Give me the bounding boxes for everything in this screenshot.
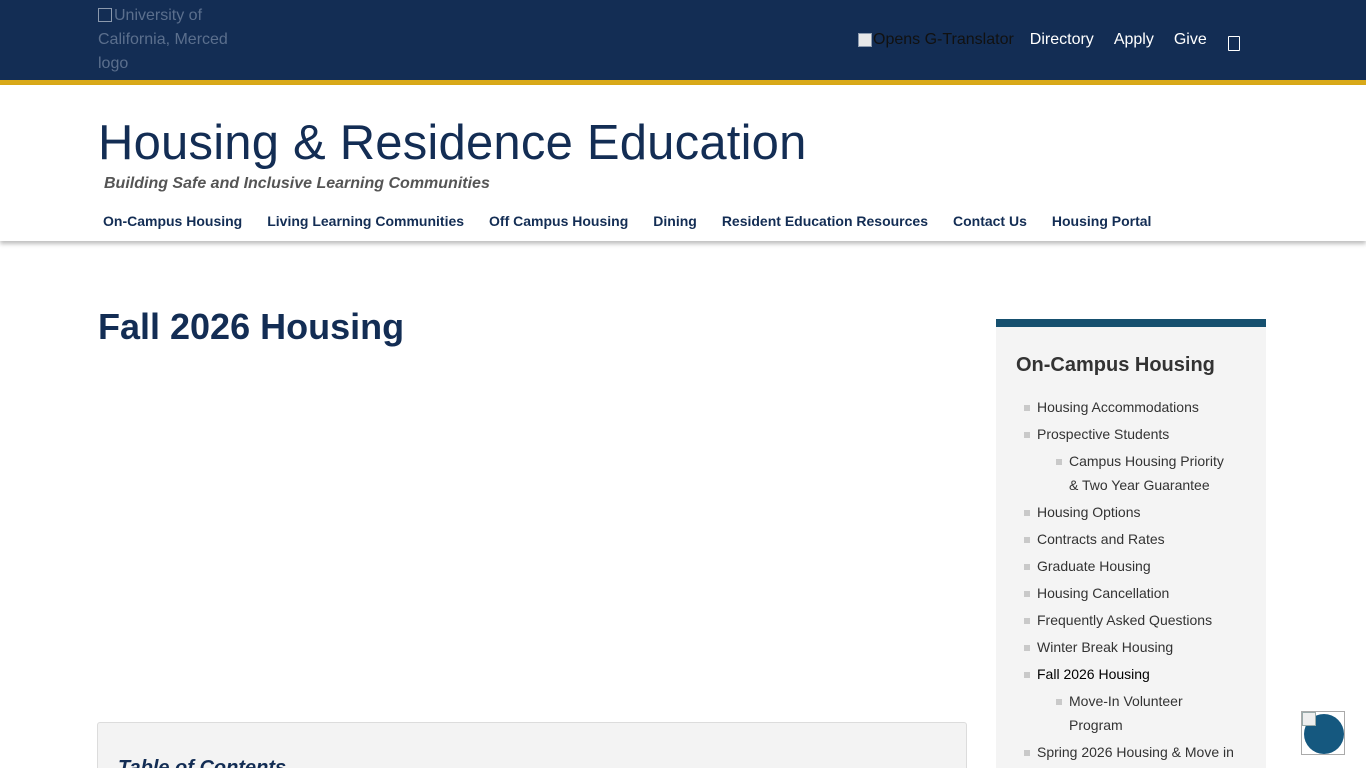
broken-image-icon xyxy=(98,8,112,22)
table-of-contents: Table of Contents xyxy=(97,722,967,768)
nav-dining[interactable]: Dining xyxy=(653,213,697,229)
bullet-icon xyxy=(1024,750,1030,756)
sidebar-item-prospective-students[interactable]: Prospective Students xyxy=(1024,422,1254,446)
nav-housing-portal[interactable]: Housing Portal xyxy=(1052,213,1152,229)
sidebar-item-graduate-housing[interactable]: Graduate Housing xyxy=(1024,554,1254,578)
bullet-icon xyxy=(1024,645,1030,651)
site-tagline: Building Safe and Inclusive Learning Com… xyxy=(104,175,490,192)
toc-title: Table of Contents xyxy=(118,757,287,768)
nav-contact-us[interactable]: Contact Us xyxy=(953,213,1027,229)
logo-alt-text: University of California, Merced logo xyxy=(98,7,228,72)
university-logo[interactable]: University of California, Merced logo xyxy=(98,4,238,74)
bullet-icon xyxy=(1056,699,1062,705)
translator-alt-text: Opens G-Translator xyxy=(873,31,1014,48)
sidebar-item-winter-break-housing[interactable]: Winter Break Housing xyxy=(1024,635,1254,659)
nav-off-campus-housing[interactable]: Off Campus Housing xyxy=(489,213,628,229)
sidebar-title[interactable]: On-Campus Housing xyxy=(1016,354,1215,377)
main-nav: On-Campus Housing Living Learning Commun… xyxy=(103,213,1176,229)
sidebar: On-Campus Housing Housing Accommodations… xyxy=(996,319,1266,768)
sidebar-item-housing-options[interactable]: Housing Options xyxy=(1024,500,1254,524)
give-link[interactable]: Give xyxy=(1174,31,1207,49)
site-title[interactable]: Housing & Residence Education xyxy=(98,115,807,171)
broken-image-icon xyxy=(858,33,872,47)
sidebar-list: Housing Accommodations Prospective Stude… xyxy=(1024,395,1254,767)
nav-on-campus-housing[interactable]: On-Campus Housing xyxy=(103,213,242,229)
bullet-icon xyxy=(1024,432,1030,438)
bullet-icon xyxy=(1024,591,1030,597)
sidebar-item-housing-accommodations[interactable]: Housing Accommodations xyxy=(1024,395,1254,419)
bullet-icon xyxy=(1024,618,1030,624)
directory-link[interactable]: Directory xyxy=(1030,31,1094,49)
sidebar-item-faq[interactable]: Frequently Asked Questions xyxy=(1024,608,1254,632)
nav-resident-education-resources[interactable]: Resident Education Resources xyxy=(722,213,928,229)
sidebar-item-campus-housing-priority[interactable]: Campus Housing Priority & Two Year Guara… xyxy=(1056,449,1236,497)
sidebar-item-spring-2026-housing[interactable]: Spring 2026 Housing & Move in xyxy=(1024,740,1254,764)
sidebar-item-fall-2026-housing[interactable]: Fall 2026 Housing xyxy=(1024,662,1254,686)
page-title: Fall 2026 Housing xyxy=(98,306,405,347)
translator-button[interactable]: Opens G-Translator xyxy=(858,31,1014,49)
apply-link[interactable]: Apply xyxy=(1114,31,1154,49)
bullet-icon xyxy=(1024,564,1030,570)
bullet-icon xyxy=(1024,510,1030,516)
sidebar-item-contracts-and-rates[interactable]: Contracts and Rates xyxy=(1024,527,1254,551)
site-header: Housing & Residence Education Building S… xyxy=(0,85,1366,241)
bullet-icon xyxy=(1024,672,1030,678)
utility-nav: Opens G-Translator Directory Apply Give xyxy=(858,30,1227,50)
nav-living-learning-communities[interactable]: Living Learning Communities xyxy=(267,213,464,229)
bullet-icon xyxy=(1024,405,1030,411)
sidebar-item-housing-cancellation[interactable]: Housing Cancellation xyxy=(1024,581,1254,605)
sidebar-item-move-in-volunteer[interactable]: Move-In Volunteer Program xyxy=(1056,689,1236,737)
broken-image-icon xyxy=(1302,712,1316,726)
accessibility-widget-button[interactable] xyxy=(1301,711,1345,755)
bullet-icon xyxy=(1056,459,1062,465)
search-icon[interactable] xyxy=(1228,36,1240,51)
bullet-icon xyxy=(1024,537,1030,543)
